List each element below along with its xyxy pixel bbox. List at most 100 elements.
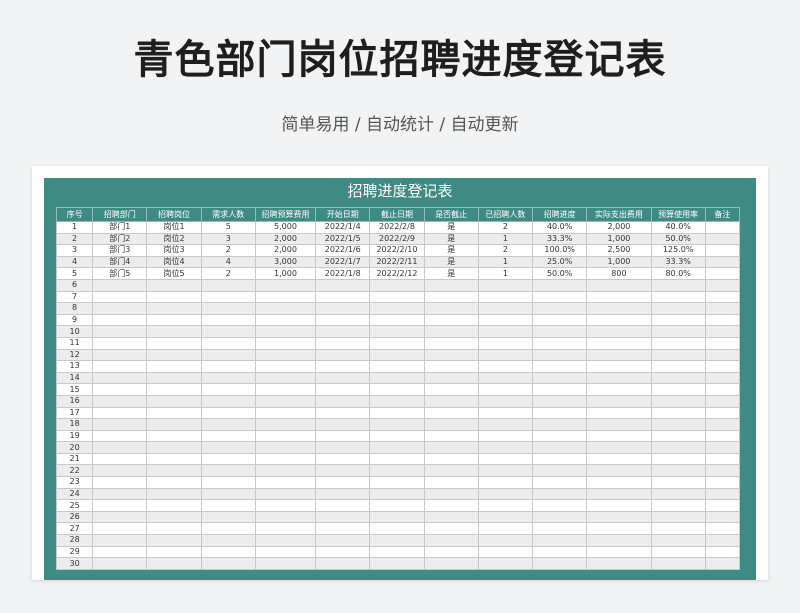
table-cell[interactable] (532, 394, 588, 408)
table-cell[interactable]: 岗位5 (146, 267, 202, 280)
table-cell[interactable] (254, 545, 317, 559)
table-cell[interactable] (477, 406, 534, 420)
table-cell[interactable] (704, 557, 741, 570)
table-cell[interactable] (532, 441, 588, 454)
table-cell[interactable] (92, 383, 148, 396)
table-cell[interactable]: 5 (55, 267, 94, 280)
table-cell[interactable] (650, 313, 706, 327)
table-cell[interactable] (532, 348, 588, 362)
table-cell[interactable]: 1 (477, 255, 534, 269)
table-cell[interactable] (200, 452, 256, 466)
table-cell[interactable] (92, 522, 148, 536)
table-cell[interactable] (586, 406, 652, 420)
table-cell[interactable] (423, 325, 479, 338)
table-cell[interactable] (477, 441, 534, 454)
table-cell[interactable] (254, 406, 317, 420)
table-cell[interactable] (369, 325, 425, 338)
table-cell[interactable] (532, 557, 588, 570)
table-cell[interactable]: 2,000 (254, 244, 317, 257)
table-cell[interactable] (369, 383, 425, 396)
table-cell[interactable] (650, 418, 706, 431)
table-cell[interactable] (477, 452, 534, 466)
table-cell[interactable] (704, 232, 741, 246)
table-cell[interactable] (369, 336, 425, 350)
table-cell[interactable] (532, 290, 588, 304)
table-cell[interactable]: 2022/1/8 (315, 267, 371, 280)
table-cell[interactable] (704, 255, 741, 269)
column-header[interactable]: 招聘部门 (92, 207, 148, 222)
table-cell[interactable] (704, 534, 741, 547)
table-cell[interactable] (315, 360, 371, 373)
table-cell[interactable] (423, 278, 479, 292)
table-cell[interactable] (200, 429, 256, 443)
table-cell[interactable] (254, 348, 317, 362)
table-cell[interactable] (369, 557, 425, 570)
table-cell[interactable] (315, 383, 371, 396)
table-cell[interactable] (704, 418, 741, 431)
table-cell[interactable] (200, 499, 256, 512)
table-cell[interactable] (146, 441, 202, 454)
table-cell[interactable] (477, 394, 534, 408)
table-cell[interactable] (146, 383, 202, 396)
table-cell[interactable] (704, 336, 741, 350)
table-cell[interactable]: 1 (55, 221, 94, 234)
table-cell[interactable] (477, 510, 534, 524)
table-cell[interactable] (532, 476, 588, 489)
table-cell[interactable]: 50.0% (532, 267, 588, 280)
table-cell[interactable] (704, 278, 741, 292)
table-cell[interactable]: 26 (55, 510, 94, 524)
table-cell[interactable]: 部门3 (92, 244, 148, 257)
table-cell[interactable] (586, 464, 652, 478)
table-cell[interactable] (650, 545, 706, 559)
table-cell[interactable] (586, 325, 652, 338)
table-cell[interactable] (423, 522, 479, 536)
table-cell[interactable] (369, 371, 425, 385)
table-cell[interactable]: 40.0% (532, 221, 588, 234)
table-cell[interactable] (315, 394, 371, 408)
table-cell[interactable]: 2,000 (586, 221, 652, 234)
table-cell[interactable] (200, 313, 256, 327)
table-cell[interactable] (704, 267, 741, 280)
table-cell[interactable] (586, 360, 652, 373)
table-cell[interactable] (369, 499, 425, 512)
table-cell[interactable] (254, 522, 317, 536)
table-cell[interactable] (200, 557, 256, 570)
table-cell[interactable] (650, 464, 706, 478)
table-cell[interactable] (650, 452, 706, 466)
table-cell[interactable] (315, 336, 371, 350)
table-cell[interactable] (586, 487, 652, 501)
table-cell[interactable]: 100.0% (532, 244, 588, 257)
table-cell[interactable] (200, 418, 256, 431)
table-cell[interactable] (92, 418, 148, 431)
table-cell[interactable] (92, 534, 148, 547)
table-cell[interactable]: 14 (55, 371, 94, 385)
table-cell[interactable] (423, 499, 479, 512)
table-cell[interactable]: 4 (55, 255, 94, 269)
table-cell[interactable] (254, 360, 317, 373)
table-cell[interactable] (200, 348, 256, 362)
table-cell[interactable] (315, 278, 371, 292)
table-cell[interactable] (477, 534, 534, 547)
table-cell[interactable] (477, 476, 534, 489)
table-cell[interactable] (254, 418, 317, 431)
table-cell[interactable] (423, 290, 479, 304)
table-cell[interactable] (315, 476, 371, 489)
table-cell[interactable] (92, 394, 148, 408)
table-cell[interactable] (477, 545, 534, 559)
table-cell[interactable] (650, 406, 706, 420)
table-cell[interactable] (146, 487, 202, 501)
table-cell[interactable] (423, 510, 479, 524)
table-cell[interactable] (369, 545, 425, 559)
table-cell[interactable] (586, 313, 652, 327)
table-cell[interactable] (650, 302, 706, 315)
table-cell[interactable] (650, 429, 706, 443)
table-cell[interactable]: 2 (477, 221, 534, 234)
table-cell[interactable] (477, 557, 534, 570)
table-cell[interactable] (704, 452, 741, 466)
table-cell[interactable] (200, 534, 256, 547)
table-cell[interactable] (92, 452, 148, 466)
table-cell[interactable] (92, 371, 148, 385)
table-cell[interactable] (146, 510, 202, 524)
table-cell[interactable] (704, 464, 741, 478)
column-header[interactable]: 截止日期 (369, 207, 425, 222)
